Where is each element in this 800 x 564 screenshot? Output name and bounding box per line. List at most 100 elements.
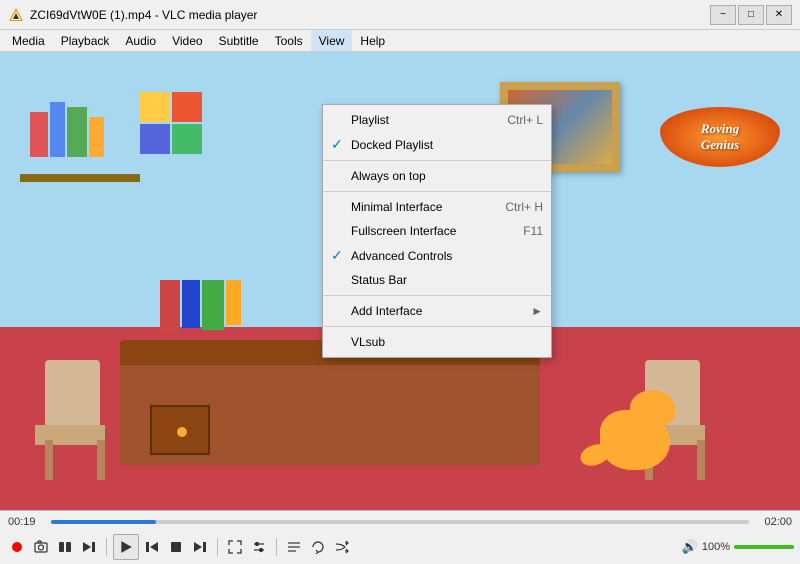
menu-item-playlist[interactable]: Playlist Ctrl+ L: [323, 108, 551, 132]
volume-bar[interactable]: [734, 545, 794, 549]
record-button[interactable]: [6, 536, 28, 558]
chair-left-back: [45, 360, 100, 430]
shelf: [20, 174, 140, 182]
time-current: 00:19: [8, 516, 43, 528]
desk-book-2: [182, 280, 200, 328]
loop-button[interactable]: [307, 536, 329, 558]
add-interface-label: Add Interface: [351, 304, 531, 318]
play-icon: [119, 540, 133, 554]
color-block-2: [172, 92, 202, 122]
logo-text: Roving Genius: [701, 121, 739, 152]
menu-audio[interactable]: Audio: [117, 30, 164, 51]
minimal-interface-shortcut: Ctrl+ H: [505, 200, 543, 214]
desk-book-3: [202, 280, 224, 330]
separator-v1: [106, 538, 107, 556]
frame-button[interactable]: [54, 536, 76, 558]
window-controls: − □ ✕: [710, 5, 792, 25]
playlist-label: Playlist: [351, 113, 487, 127]
always-on-top-label: Always on top: [351, 169, 543, 183]
book-2: [50, 102, 65, 157]
playlist-toggle-button[interactable]: [283, 536, 305, 558]
menu-media[interactable]: Media: [4, 30, 53, 51]
add-interface-arrow: ►: [531, 304, 543, 318]
step-forward-icon: [82, 540, 96, 554]
sliders-icon: [252, 540, 266, 554]
menu-video[interactable]: Video: [164, 30, 210, 51]
extended-settings-button[interactable]: [248, 536, 270, 558]
frame-icon: [58, 540, 72, 554]
menu-item-always-on-top[interactable]: Always on top: [323, 164, 551, 188]
next-icon: [193, 540, 207, 554]
separator-1: [323, 160, 551, 161]
view-dropdown-menu: Playlist Ctrl+ L ✓ Docked Playlist Alway…: [322, 104, 552, 358]
fullscreen-interface-label: Fullscreen Interface: [351, 224, 503, 238]
vlsub-label: VLsub: [351, 335, 543, 349]
advanced-controls-label: Advanced Controls: [351, 249, 543, 263]
desk-book-1: [160, 280, 180, 335]
desk-drawer: [150, 405, 210, 455]
time-total: 02:00: [757, 516, 792, 528]
separator-3: [323, 295, 551, 296]
progress-track[interactable]: [51, 520, 749, 524]
shuffle-button[interactable]: [331, 536, 353, 558]
fullscreen-interface-shortcut: F11: [523, 224, 543, 238]
progress-area: 00:19 02:00: [0, 511, 800, 531]
previous-button[interactable]: [141, 536, 163, 558]
book-4: [89, 117, 104, 157]
menu-item-vlsub[interactable]: VLsub: [323, 330, 551, 354]
color-block-4: [172, 124, 202, 154]
volume-fill: [734, 545, 794, 549]
menu-item-docked-playlist[interactable]: ✓ Docked Playlist: [323, 132, 551, 157]
desk-knob: [177, 427, 187, 437]
screenshot-button[interactable]: [30, 536, 52, 558]
menu-tools[interactable]: Tools: [267, 30, 311, 51]
volume-icon: 🔊: [682, 539, 698, 555]
step-forward-button[interactable]: [78, 536, 100, 558]
menu-item-fullscreen-interface[interactable]: Fullscreen Interface F11: [323, 219, 551, 243]
desk: [120, 340, 540, 480]
logo-line2: Genius: [701, 137, 739, 152]
menu-item-advanced-controls[interactable]: ✓ Advanced Controls: [323, 243, 551, 268]
menu-subtitle[interactable]: Subtitle: [211, 30, 267, 51]
menu-playback[interactable]: Playback: [53, 30, 118, 51]
docked-playlist-check: ✓: [331, 136, 351, 153]
menu-view[interactable]: View: [311, 30, 353, 51]
play-button[interactable]: [113, 534, 139, 560]
minimize-button[interactable]: −: [710, 5, 736, 25]
camera-icon: [34, 540, 48, 554]
stop-button[interactable]: [165, 536, 187, 558]
playlist-shortcut: Ctrl+ L: [507, 113, 543, 127]
separator-2: [323, 191, 551, 192]
menu-help[interactable]: Help: [352, 30, 393, 51]
dino-head: [630, 390, 675, 425]
desk-books: [160, 280, 241, 335]
next-button[interactable]: [189, 536, 211, 558]
dinosaur: [580, 380, 700, 480]
fullscreen-toggle-button[interactable]: [224, 536, 246, 558]
menu-item-add-interface[interactable]: Add Interface ►: [323, 299, 551, 323]
record-icon: [12, 542, 22, 552]
buttons-row: 🔊 100%: [0, 531, 800, 564]
controls-area: 00:19 02:00: [0, 510, 800, 564]
title-bar: ZCI69dVtW0E (1).mp4 - VLC media player −…: [0, 0, 800, 30]
previous-icon: [145, 540, 159, 554]
logo-line1: Roving: [701, 121, 739, 136]
close-button[interactable]: ✕: [766, 5, 792, 25]
book-1: [30, 112, 48, 157]
color-block-3: [140, 124, 170, 154]
separator-v3: [276, 538, 277, 556]
volume-percent: 100%: [702, 541, 730, 553]
menu-item-status-bar[interactable]: Status Bar: [323, 268, 551, 292]
color-block-1: [140, 92, 170, 122]
desk-body: [120, 365, 540, 465]
menu-item-minimal-interface[interactable]: Minimal Interface Ctrl+ H: [323, 195, 551, 219]
desk-book-4: [226, 280, 241, 325]
docked-playlist-label: Docked Playlist: [351, 138, 543, 152]
loop-icon: [311, 540, 325, 554]
book-3: [67, 107, 87, 157]
stop-icon: [169, 540, 183, 554]
shelf-area: [20, 82, 140, 182]
menu-bar: Media Playback Audio Video Subtitle Tool…: [0, 30, 800, 52]
separator-v2: [217, 538, 218, 556]
maximize-button[interactable]: □: [738, 5, 764, 25]
